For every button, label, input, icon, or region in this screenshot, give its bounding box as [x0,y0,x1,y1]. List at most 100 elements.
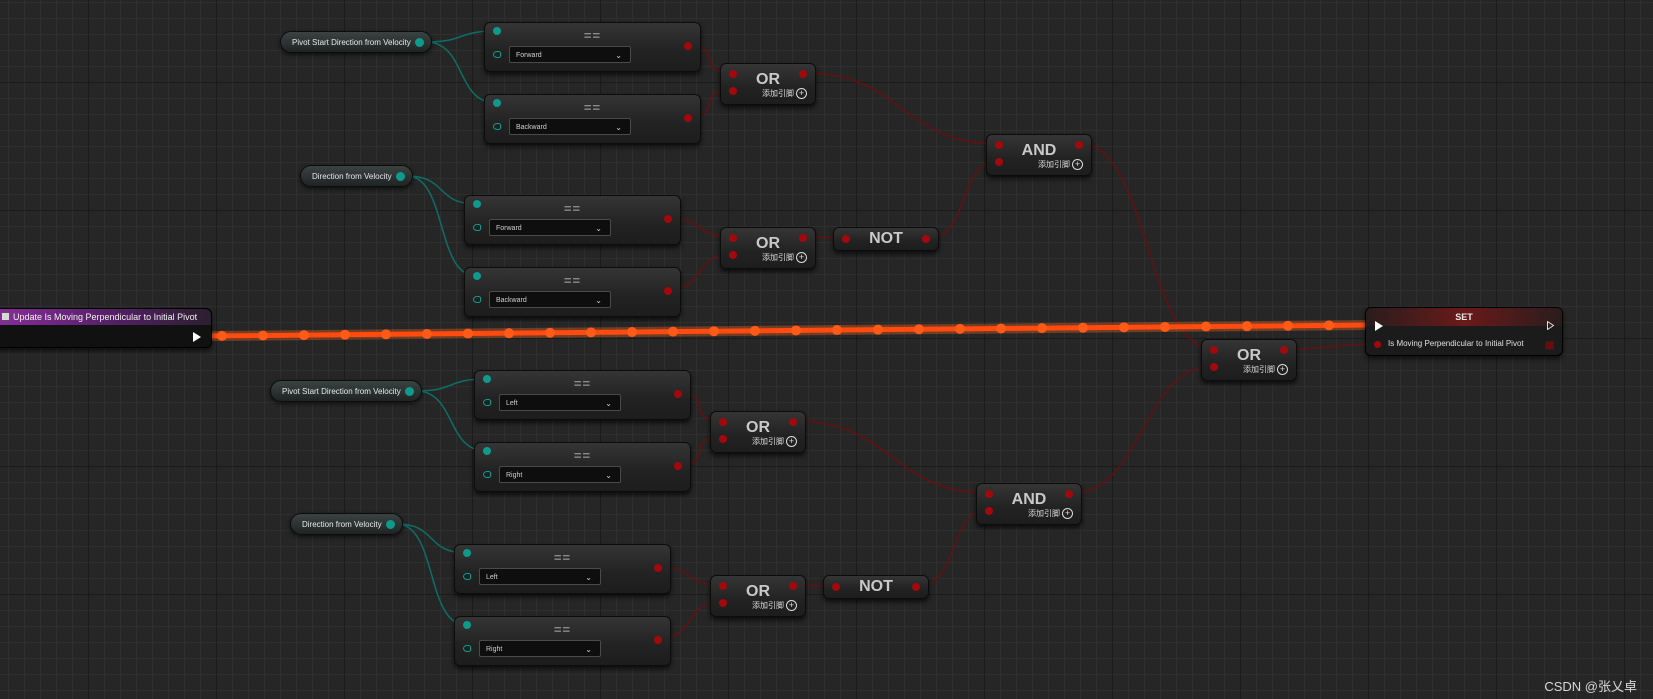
bool-output-pin[interactable] [1280,346,1288,354]
equal-enum-node[interactable]: == Forward ⌄ [484,22,701,72]
add-pin-button[interactable]: 添加引脚 + [762,252,807,263]
add-pin-button[interactable]: 添加引脚 + [752,600,797,611]
bool-input-pin[interactable] [1210,363,1218,371]
or-node[interactable]: OR 添加引脚 + [720,63,816,105]
add-pin-button[interactable]: 添加引脚 + [1038,159,1083,170]
enum-input-pin[interactable] [483,375,491,383]
bool-input-pin[interactable] [985,507,993,515]
bool-output-pin[interactable] [684,114,692,122]
enum-dropdown[interactable]: Forward ⌄ [489,219,611,236]
add-pin-button[interactable]: 添加引脚 + [1028,508,1073,519]
enum-dropdown[interactable]: Backward ⌄ [509,118,631,135]
or-node[interactable]: OR 添加引脚 + [710,575,806,617]
getter-direction-from-velocity[interactable]: Direction from Velocity [290,513,403,535]
custom-event-node[interactable]: Update Is Moving Perpendicular to Initia… [0,308,212,348]
getter-output-pin[interactable] [386,520,395,529]
bool-input-pin[interactable] [995,158,1003,166]
and-node[interactable]: AND 添加引脚 + [986,134,1092,176]
bool-output-pin[interactable] [654,564,662,572]
bool-output-pin[interactable] [922,235,930,243]
bool-output-pin[interactable] [664,215,672,223]
set-variable-node[interactable]: SET Is Moving Perpendicular to Initial P… [1365,307,1563,356]
chevron-down-icon: ⌄ [585,573,592,582]
enum-dropdown[interactable]: Left ⌄ [499,394,621,411]
getter-pivot-start-direction[interactable]: Pivot Start Direction from Velocity [270,380,422,402]
equal-enum-node[interactable]: == Backward ⌄ [484,94,701,144]
equal-enum-node[interactable]: == Right ⌄ [474,442,691,492]
bool-output-pin[interactable] [799,70,807,78]
add-pin-button[interactable]: 添加引脚 + [752,436,797,447]
exec-flow-bead [504,328,514,339]
getter-output-pin[interactable] [396,172,405,181]
exec-flow-bead [1283,320,1293,331]
getter-pivot-start-direction[interactable]: Pivot Start Direction from Velocity [280,31,432,53]
enum-input-pin[interactable] [493,123,501,130]
or-node[interactable]: OR 添加引脚 + [720,227,816,269]
not-node[interactable]: NOT [833,227,939,251]
bool-output-pin[interactable] [799,234,807,242]
bool-input-pin[interactable] [1210,346,1218,354]
equal-enum-node[interactable]: == Left ⌄ [454,544,671,594]
enum-input-pin[interactable] [463,621,471,629]
or-node-final[interactable]: OR 添加引脚 + [1201,339,1297,381]
bool-input-pin[interactable] [729,87,737,95]
equal-enum-node[interactable]: == Backward ⌄ [464,267,681,317]
bool-input-pin[interactable] [995,141,1003,149]
enum-input-pin[interactable] [463,573,471,580]
exec-output-pin[interactable] [193,332,201,342]
bool-input-pin[interactable] [832,583,840,591]
and-node[interactable]: AND 添加引脚 + [976,483,1082,525]
exec-output-pin[interactable] [1547,321,1554,330]
bool-input-pin[interactable] [719,582,727,590]
blueprint-graph[interactable]: Update Is Moving Perpendicular to Initia… [0,0,1653,699]
exec-input-pin[interactable] [1375,321,1383,331]
equal-enum-node[interactable]: == Right ⌄ [454,616,671,666]
enum-input-pin[interactable] [463,645,471,652]
bool-output-pin[interactable] [674,462,682,470]
bool-input-pin[interactable] [729,70,737,78]
enum-input-pin[interactable] [483,399,491,406]
enum-input-pin[interactable] [473,224,481,231]
or-node[interactable]: OR 添加引脚 + [710,411,806,453]
bool-input-pin[interactable] [1374,341,1381,348]
bool-output-pin[interactable] [789,418,797,426]
enum-input-pin[interactable] [483,471,491,478]
enum-dropdown[interactable]: Right ⌄ [479,640,601,657]
bool-input-pin[interactable] [842,235,850,243]
bool-output-pin[interactable] [654,636,662,644]
not-node[interactable]: NOT [823,575,929,599]
enum-dropdown[interactable]: Right ⌄ [499,466,621,483]
bool-output-pin[interactable] [912,583,920,591]
equal-enum-node[interactable]: == Forward ⌄ [464,195,681,245]
bool-input-pin[interactable] [719,435,727,443]
bool-input-pin[interactable] [729,251,737,259]
bool-output-pin[interactable] [674,390,682,398]
bool-output-pin[interactable] [1065,490,1073,498]
getter-output-pin[interactable] [405,387,414,396]
enum-input-pin[interactable] [463,549,471,557]
bool-output-pin[interactable] [789,582,797,590]
enum-input-pin[interactable] [493,51,501,58]
bool-input-pin[interactable] [729,234,737,242]
enum-dropdown[interactable]: Left ⌄ [479,568,601,585]
plus-icon: + [1072,159,1083,170]
enum-input-pin[interactable] [493,27,501,35]
equal-enum-node[interactable]: == Left ⌄ [474,370,691,420]
bool-output-pin[interactable] [684,42,692,50]
bool-output-pin[interactable] [664,287,672,295]
add-pin-button[interactable]: 添加引脚 + [762,88,807,99]
bool-output-pin[interactable] [1075,141,1083,149]
enum-dropdown[interactable]: Backward ⌄ [489,291,611,308]
getter-direction-from-velocity[interactable]: Direction from Velocity [300,165,413,187]
enum-input-pin[interactable] [493,99,501,107]
getter-output-pin[interactable] [415,38,424,47]
enum-dropdown[interactable]: Forward ⌄ [509,46,631,63]
bool-input-pin[interactable] [719,599,727,607]
bool-input-pin[interactable] [719,418,727,426]
enum-input-pin[interactable] [473,296,481,303]
add-pin-button[interactable]: 添加引脚 + [1243,364,1288,375]
bool-input-pin[interactable] [985,490,993,498]
enum-input-pin[interactable] [473,200,481,208]
enum-input-pin[interactable] [473,272,481,280]
enum-input-pin[interactable] [483,447,491,455]
